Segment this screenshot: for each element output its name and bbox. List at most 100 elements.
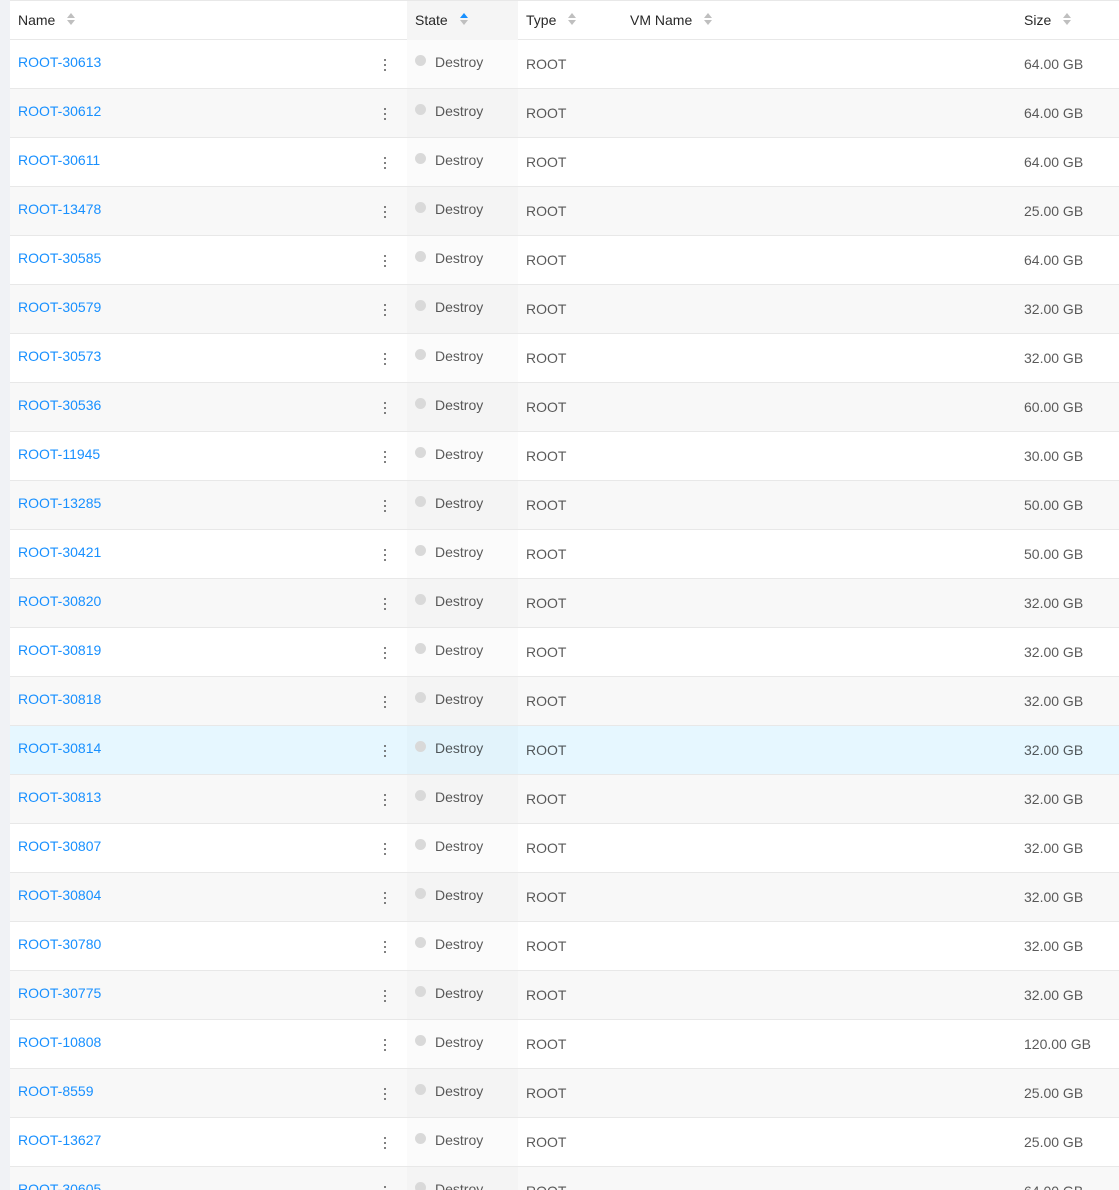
more-actions-icon[interactable]	[382, 939, 388, 955]
more-actions-icon[interactable]	[382, 841, 388, 857]
volume-name-link[interactable]: ROOT-30775	[18, 985, 101, 1001]
more-actions-icon[interactable]	[382, 155, 388, 171]
volume-name-link[interactable]: ROOT-13627	[18, 1132, 101, 1148]
volume-name-link[interactable]: ROOT-30421	[18, 544, 101, 560]
more-actions-icon[interactable]	[382, 57, 388, 73]
volume-name-link[interactable]: ROOT-13478	[18, 201, 101, 217]
more-actions-icon[interactable]	[382, 1184, 388, 1190]
type-text: ROOT	[526, 399, 567, 415]
more-actions-icon[interactable]	[382, 645, 388, 661]
sort-icon[interactable]	[1063, 13, 1072, 26]
table-row[interactable]: ROOT-30612 Destroy ROOT 64.00 GB	[10, 89, 1119, 138]
table-row[interactable]: ROOT-30819 Destroy ROOT 32.00 GB	[10, 628, 1119, 677]
cell-vm-name	[622, 334, 1016, 382]
cell-type: ROOT	[518, 432, 622, 480]
table-row[interactable]: ROOT-30807 Destroy ROOT 32.00 GB	[10, 824, 1119, 873]
size-text: 32.00 GB	[1024, 987, 1084, 1003]
table-row[interactable]: ROOT-30605 Destroy ROOT 64.00 GB	[10, 1167, 1119, 1190]
table-row[interactable]: ROOT-11945 Destroy ROOT 30.00 GB	[10, 432, 1119, 481]
volume-name-link[interactable]: ROOT-30612	[18, 103, 101, 119]
column-header-vm-name[interactable]: VM Name	[622, 1, 1016, 40]
volume-name-link[interactable]: ROOT-13285	[18, 495, 101, 511]
volume-name-link[interactable]: ROOT-30605	[18, 1181, 101, 1190]
table-row[interactable]: ROOT-30780 Destroy ROOT 32.00 GB	[10, 922, 1119, 971]
volume-name-link[interactable]: ROOT-30819	[18, 642, 101, 658]
table-row[interactable]: ROOT-13478 Destroy ROOT 25.00 GB	[10, 187, 1119, 236]
more-actions-icon[interactable]	[382, 743, 388, 759]
volume-name-link[interactable]: ROOT-30613	[18, 54, 101, 70]
sort-icon[interactable]	[704, 13, 713, 26]
table-row[interactable]: ROOT-30775 Destroy ROOT 32.00 GB	[10, 971, 1119, 1020]
volume-name-link[interactable]: ROOT-30611	[18, 152, 100, 168]
volume-name-link[interactable]: ROOT-30573	[18, 348, 101, 364]
table-row[interactable]: ROOT-30585 Destroy ROOT 64.00 GB	[10, 236, 1119, 285]
table-row[interactable]: ROOT-13627 Destroy ROOT 25.00 GB	[10, 1118, 1119, 1167]
volume-name-link[interactable]: ROOT-30804	[18, 887, 101, 903]
table-row[interactable]: ROOT-30613 Destroy ROOT 64.00 GB	[10, 40, 1119, 89]
volume-name-link[interactable]: ROOT-30780	[18, 936, 101, 952]
status-dot-icon	[415, 985, 426, 997]
table-row[interactable]: ROOT-30536 Destroy ROOT 60.00 GB	[10, 383, 1119, 432]
volume-name-link[interactable]: ROOT-30579	[18, 299, 101, 315]
table-row[interactable]: ROOT-30813 Destroy ROOT 32.00 GB	[10, 775, 1119, 824]
more-actions-icon[interactable]	[382, 302, 388, 318]
table-row[interactable]: ROOT-8559 Destroy ROOT 25.00 GB	[10, 1069, 1119, 1118]
volume-name-link[interactable]: ROOT-30818	[18, 691, 101, 707]
column-header-state[interactable]: State	[407, 1, 518, 40]
more-actions-icon[interactable]	[382, 694, 388, 710]
table-row[interactable]: ROOT-30579 Destroy ROOT 32.00 GB	[10, 285, 1119, 334]
volume-name-link[interactable]: ROOT-30820	[18, 593, 101, 609]
sort-icon[interactable]	[568, 13, 577, 26]
more-actions-icon[interactable]	[382, 547, 388, 563]
table-row[interactable]: ROOT-10808 Destroy ROOT 120.00 GB	[10, 1020, 1119, 1069]
table-row[interactable]: ROOT-30611 Destroy ROOT 64.00 GB	[10, 138, 1119, 187]
cell-state: Destroy	[407, 1020, 518, 1068]
sort-ascending-icon[interactable]	[459, 13, 468, 26]
column-header-size[interactable]: Size	[1016, 1, 1119, 40]
table-row[interactable]: ROOT-30573 Destroy ROOT 32.00 GB	[10, 334, 1119, 383]
more-actions-icon[interactable]	[382, 1086, 388, 1102]
volume-name-link[interactable]: ROOT-30536	[18, 397, 101, 413]
more-actions-icon[interactable]	[382, 596, 388, 612]
more-actions-icon[interactable]	[382, 253, 388, 269]
more-actions-icon[interactable]	[382, 204, 388, 220]
cell-vm-name	[622, 873, 1016, 921]
column-header-type[interactable]: Type	[518, 1, 622, 40]
more-actions-icon[interactable]	[382, 988, 388, 1004]
more-actions-icon[interactable]	[382, 400, 388, 416]
more-actions-icon[interactable]	[382, 792, 388, 808]
cell-type: ROOT	[518, 922, 622, 970]
volume-name-link[interactable]: ROOT-30585	[18, 250, 101, 266]
more-actions-icon[interactable]	[382, 1135, 388, 1151]
more-actions-icon[interactable]	[382, 1037, 388, 1053]
cell-vm-name	[622, 1167, 1016, 1190]
column-header-name-label: Name	[18, 11, 56, 28]
volume-name-link[interactable]: ROOT-30813	[18, 789, 101, 805]
table-row[interactable]: ROOT-30818 Destroy ROOT 32.00 GB	[10, 677, 1119, 726]
volume-name-link[interactable]: ROOT-30814	[18, 740, 101, 756]
column-header-name[interactable]: Name	[10, 1, 407, 40]
more-actions-icon[interactable]	[382, 890, 388, 906]
size-text: 64.00 GB	[1024, 56, 1084, 72]
cell-name: ROOT-13285	[10, 481, 407, 529]
sort-icon[interactable]	[67, 13, 76, 26]
volume-name-link[interactable]: ROOT-8559	[18, 1083, 93, 1099]
cell-type: ROOT	[518, 628, 622, 676]
cell-type: ROOT	[518, 971, 622, 1019]
table-row[interactable]: ROOT-30421 Destroy ROOT 50.00 GB	[10, 530, 1119, 579]
more-actions-icon[interactable]	[382, 498, 388, 514]
table-row[interactable]: ROOT-13285 Destroy ROOT 50.00 GB	[10, 481, 1119, 530]
type-text: ROOT	[526, 546, 567, 562]
table-row[interactable]: ROOT-30814 Destroy ROOT 32.00 GB	[10, 726, 1119, 775]
cell-name: ROOT-8559	[10, 1069, 407, 1117]
volume-name-link[interactable]: ROOT-10808	[18, 1034, 101, 1050]
more-actions-icon[interactable]	[382, 351, 388, 367]
volume-name-link[interactable]: ROOT-30807	[18, 838, 101, 854]
cell-state: Destroy	[407, 1118, 518, 1166]
volume-name-link[interactable]: ROOT-11945	[18, 446, 100, 462]
cell-size: 32.00 GB	[1016, 579, 1119, 627]
more-actions-icon[interactable]	[382, 449, 388, 465]
table-row[interactable]: ROOT-30820 Destroy ROOT 32.00 GB	[10, 579, 1119, 628]
table-row[interactable]: ROOT-30804 Destroy ROOT 32.00 GB	[10, 873, 1119, 922]
more-actions-icon[interactable]	[382, 106, 388, 122]
